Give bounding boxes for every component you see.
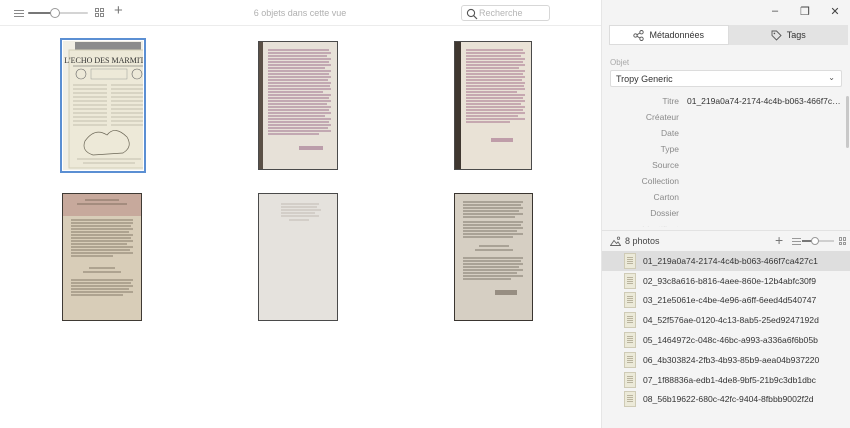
close-button[interactable]: ✕ — [820, 0, 850, 22]
metadata-field[interactable]: Source — [602, 157, 850, 173]
metadata-field[interactable]: Carton — [602, 189, 850, 205]
gallery-item[interactable] — [62, 192, 142, 322]
gallery-item[interactable]: L'ECHO DES MARMITES — [60, 37, 146, 173]
gallery-item[interactable] — [258, 192, 338, 322]
metadata-field-label: Collection — [641, 176, 679, 186]
item-thumbnail — [258, 193, 338, 321]
scrollbar[interactable] — [846, 96, 849, 148]
metadata-field-label: Carton — [653, 192, 679, 202]
photo-name: 06_4b303824-2fb3-4b93-85b9-aea04b937220 — [643, 354, 820, 365]
gallery-pane: + 6 objets dans cette vue L'ECHO DES MAR… — [0, 0, 601, 428]
add-photo-icon[interactable]: + — [775, 232, 783, 248]
metadata-field[interactable]: Titre 01_219a0a74-2174-4c4b-b063-466f7ca4… — [602, 93, 850, 109]
metadata-field-label: Dossier — [650, 208, 679, 218]
photo-thumbnail — [624, 371, 636, 388]
photo-zoom-slider[interactable] — [802, 237, 834, 245]
photo-name: 03_21e5061e-c4be-4e96-a6ff-6eed4d540747 — [643, 295, 817, 306]
photo-thumbnail — [624, 292, 636, 309]
photo-list: 01_219a0a74-2174-4c4b-b063-466f7ca427c1 0… — [602, 251, 850, 409]
list-view-icon[interactable] — [14, 10, 24, 17]
view-count-label: 6 objets dans cette vue — [253, 8, 347, 18]
photo-thumbnail — [624, 332, 636, 349]
tab-tags-label: Tags — [786, 30, 806, 40]
photo-thumbnail — [624, 351, 636, 368]
photo-name: 05_1464972c-048c-46bc-a993-a336a6f6b05b — [643, 335, 818, 346]
photo-list-item[interactable]: 07_1f88836a-edb1-4de8-9bf5-21b9c3db1dbc — [602, 370, 850, 390]
panel-tabs: Métadonnées Tags — [609, 25, 848, 45]
zoom-slider[interactable] — [28, 8, 88, 18]
metadata-fields: Titre 01_219a0a74-2174-4c4b-b063-466f7ca4… — [602, 93, 850, 227]
item-thumbnail — [62, 193, 142, 321]
item-thumbnail — [454, 40, 532, 170]
search-input[interactable] — [479, 7, 549, 19]
tag-icon — [771, 30, 782, 41]
photo-list-item[interactable]: 05_1464972c-048c-46bc-a993-a336a6f6b05b — [602, 330, 850, 350]
zoom-slider-thumb[interactable] — [50, 8, 60, 18]
photos-header: 8 photos + — [602, 230, 850, 250]
photo-name: 04_52f576ae-0120-4c13-8ab5-25ed9247192d — [643, 315, 819, 326]
gallery-toolbar: + 6 objets dans cette vue — [0, 0, 601, 26]
tab-metadata[interactable]: Métadonnées — [609, 25, 729, 45]
gallery-item[interactable] — [453, 192, 533, 322]
share-nodes-icon — [633, 29, 645, 41]
photo-name: 02_93c8a616-b816-4aee-860e-12b4abfc30f9 — [643, 275, 816, 286]
photos-count: 8 photos — [625, 236, 660, 246]
item-panel: – ❐ ✕ Métadonnées Tags Objet Tropy Gener… — [601, 0, 850, 428]
photo-thumbnail — [624, 252, 636, 269]
template-select-value: Tropy Generic — [616, 74, 673, 84]
photo-thumbnail — [624, 391, 636, 408]
item-thumbnail: L'ECHO DES MARMITES — [60, 37, 146, 173]
metadata-field[interactable]: Collection — [602, 173, 850, 189]
photo-grid-view-icon[interactable] — [839, 237, 847, 245]
metadata-field[interactable]: Créateur — [602, 109, 850, 125]
search-box[interactable] — [461, 5, 550, 21]
item-thumbnail — [258, 40, 338, 170]
fields-fade — [602, 218, 850, 228]
photo-list-item[interactable]: 04_52f576ae-0120-4c13-8ab5-25ed9247192d — [602, 310, 850, 330]
photo-name: 07_1f88836a-edb1-4de8-9bf5-21b9c3db1dbc — [643, 374, 816, 385]
photo-list-item[interactable]: 06_4b303824-2fb3-4b93-85b9-aea04b937220 — [602, 350, 850, 370]
restore-button[interactable]: ❐ — [790, 0, 820, 22]
search-icon — [466, 8, 478, 20]
metadata-field[interactable]: Date — [602, 125, 850, 141]
tab-tags[interactable]: Tags — [728, 25, 848, 45]
svg-text:L'ECHO DES MARMITES: L'ECHO DES MARMITES — [64, 56, 143, 65]
photo-zoom-thumb[interactable] — [810, 237, 819, 245]
template-select[interactable]: Tropy Generic ⌄ — [610, 70, 842, 87]
photo-name: 08_56b19622-680c-42fc-9404-8fbbb9002f2d — [643, 394, 814, 405]
gallery-item[interactable] — [258, 40, 338, 170]
photo-list-item[interactable]: 02_93c8a616-b816-4aee-860e-12b4abfc30f9 — [602, 271, 850, 291]
tab-metadata-label: Métadonnées — [649, 30, 705, 40]
photo-thumbnail — [624, 312, 636, 329]
add-item-icon[interactable]: + — [114, 3, 123, 19]
metadata-field-label: Créateur — [645, 112, 679, 122]
metadata-field-label: Titre — [662, 96, 679, 106]
photo-list-item[interactable]: 03_21e5061e-c4be-4e96-a6ff-6eed4d540747 — [602, 291, 850, 311]
grid-view-icon[interactable] — [95, 8, 104, 17]
photo-list-item[interactable]: 08_56b19622-680c-42fc-9404-8fbbb9002f2d — [602, 390, 850, 410]
window-controls: – ❐ ✕ — [760, 0, 850, 22]
photo-name: 01_219a0a74-2174-4c4b-b063-466f7ca427c1 — [643, 255, 818, 266]
gallery-item[interactable] — [453, 40, 533, 170]
metadata-field-value[interactable]: 01_219a0a74-2174-4c4b-b063-466f7ca427c1 — [687, 96, 843, 106]
section-label: Objet — [610, 58, 630, 67]
metadata-field[interactable]: Type — [602, 141, 850, 157]
app-window: + 6 objets dans cette vue L'ECHO DES MAR… — [0, 0, 850, 428]
metadata-field-label: Source — [652, 160, 679, 170]
chevron-down-icon: ⌄ — [828, 73, 835, 82]
photos-icon — [610, 236, 621, 246]
photo-thumbnail — [624, 272, 636, 289]
item-thumbnail — [453, 193, 533, 321]
metadata-field-label: Type — [660, 144, 679, 154]
metadata-field-label: Date — [661, 128, 679, 138]
photo-list-view-icon[interactable] — [792, 238, 801, 245]
minimize-button[interactable]: – — [760, 0, 790, 22]
photo-list-item[interactable]: 01_219a0a74-2174-4c4b-b063-466f7ca427c1 — [602, 251, 850, 271]
